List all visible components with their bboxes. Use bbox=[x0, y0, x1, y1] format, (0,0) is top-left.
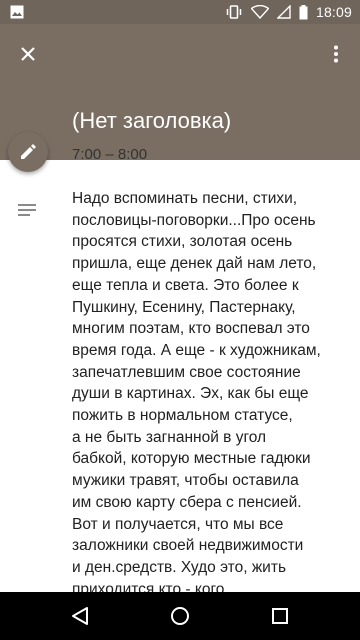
clock-time: 18:09 bbox=[315, 4, 352, 20]
signal-icon bbox=[276, 5, 291, 19]
description-icon bbox=[18, 204, 36, 216]
vibrate-icon bbox=[226, 5, 242, 19]
navigation-bar bbox=[0, 592, 360, 640]
wifi-icon bbox=[250, 5, 269, 19]
event-description: Надо вспоминать песни, стихи, пословицы-… bbox=[72, 190, 321, 598]
more-options-button[interactable] bbox=[322, 36, 350, 72]
status-icons: 18:09 bbox=[225, 0, 352, 24]
image-icon bbox=[10, 5, 24, 19]
edit-button[interactable] bbox=[8, 132, 48, 172]
recents-button[interactable] bbox=[250, 592, 310, 640]
event-title: (Нет заголовка) bbox=[72, 108, 232, 133]
event-time-range: 7:00 – 8:00 bbox=[72, 146, 148, 163]
home-button[interactable] bbox=[150, 592, 210, 640]
battery-icon bbox=[299, 4, 308, 19]
status-bar: 18:09 bbox=[0, 0, 360, 24]
back-icon bbox=[72, 607, 88, 625]
back-button[interactable] bbox=[50, 592, 110, 640]
home-icon bbox=[171, 607, 189, 625]
close-button[interactable] bbox=[10, 36, 46, 72]
close-icon bbox=[21, 47, 35, 61]
pencil-icon bbox=[21, 144, 36, 159]
recents-icon bbox=[272, 608, 288, 624]
event-header: (Нет заголовка) bbox=[0, 24, 360, 160]
more-vert-icon bbox=[334, 45, 338, 63]
